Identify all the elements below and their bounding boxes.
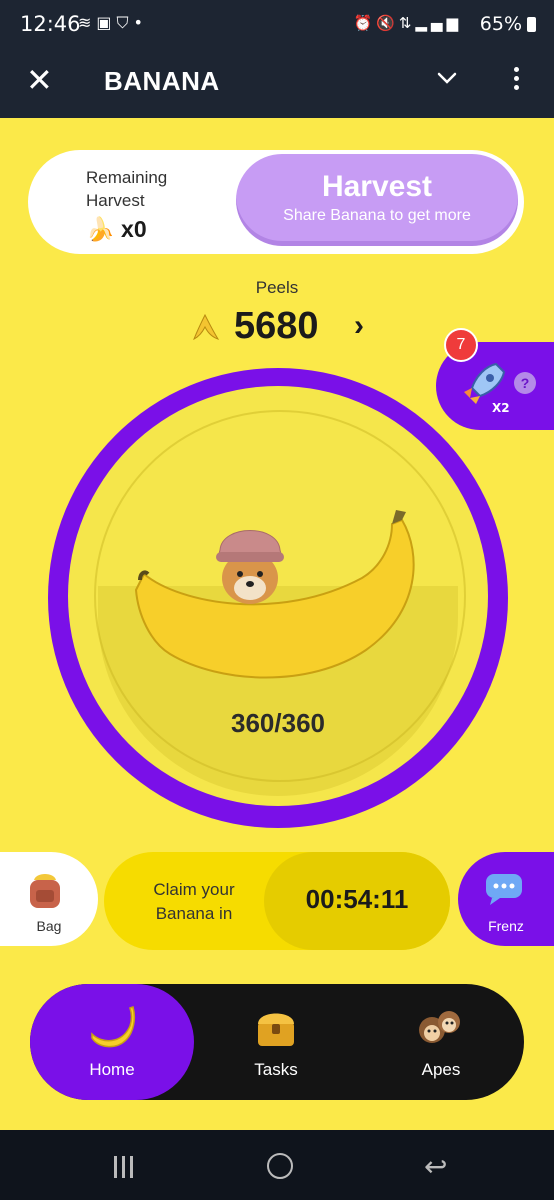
close-icon[interactable]: ✕ (26, 64, 53, 96)
status-left-icons: ≋▣⛉• (78, 13, 148, 33)
harvest-card: Remaining Harvest 🍌 x0 Harvest Share Ban… (28, 150, 524, 254)
home-icon[interactable] (267, 1153, 293, 1179)
boost-button[interactable]: 7 X2 ? (436, 328, 554, 430)
harvest-button[interactable]: Harvest Share Banana to get more (236, 154, 518, 246)
status-time: 12:46 (20, 12, 81, 36)
battery-percentage: 65% (479, 13, 522, 35)
energy-counter: 360/360 (231, 708, 325, 738)
chevron-right-icon: › (354, 309, 364, 342)
remaining-harvest-label: Remaining Harvest (86, 168, 168, 210)
chevron-down-icon[interactable] (437, 68, 457, 88)
banana-icon: 🍌 (86, 216, 115, 242)
system-navigation-bar: ↩ (0, 1130, 554, 1200)
tap-button[interactable]: 360/360 (68, 386, 488, 806)
app-icon: ▣ (96, 13, 117, 32)
frenz-label: Frenz (488, 918, 524, 934)
app-title: BANANA (104, 66, 220, 96)
boost-count-badge: 7 (444, 328, 478, 362)
nav-apes-label: Apes (421, 1060, 461, 1079)
nav-apes[interactable]: Apes (358, 984, 524, 1100)
alarm-icon: ⏰ (353, 14, 377, 32)
banana-icon (91, 1006, 136, 1048)
help-icon[interactable]: ? (514, 372, 536, 394)
more-vertical-icon[interactable] (514, 67, 520, 94)
status-bar: 12:46 ≋▣⛉• ⏰🔇⇅▂▄▆ 65% (0, 0, 554, 52)
dot-icon: • (133, 13, 148, 32)
rocket-icon: X2 (464, 362, 510, 415)
shield-icon: ⛉ (116, 13, 134, 32)
signal-icon: ▂▄▆ (415, 14, 462, 32)
status-right-icons: ⏰🔇⇅▂▄▆ (353, 14, 462, 32)
nav-tasks-label: Tasks (254, 1060, 298, 1079)
monkeys-icon (419, 1011, 460, 1043)
chat-bubble-icon (486, 874, 522, 905)
bottom-nav: Home Tasks Apes (30, 984, 524, 1100)
bag-button[interactable]: Bag (0, 852, 98, 946)
nav-home-label: Home (89, 1060, 135, 1079)
battery-icon (527, 17, 536, 32)
mute-icon: 🔇 (376, 14, 399, 32)
peels-value: 5680 (234, 305, 319, 347)
backpack-icon (30, 874, 60, 908)
banana-peel-icon (193, 313, 220, 341)
tap-ring: 360/360 (48, 368, 508, 828)
boost-multiplier: X2 (492, 401, 510, 415)
nav-home[interactable]: Home (30, 984, 194, 1100)
harvest-button-subtitle: Share Banana to get more (283, 207, 471, 224)
app-bar: ✕ BANANA (0, 52, 554, 118)
bag-label: Bag (36, 918, 62, 934)
claim-panel: Claim your Banana in 00:54:11 (104, 852, 450, 950)
recent-apps-icon[interactable] (114, 1156, 138, 1178)
nav-tasks[interactable]: Tasks (194, 984, 358, 1100)
peels-label: Peels (255, 278, 299, 297)
back-icon[interactable]: ↩ (424, 1150, 447, 1183)
notification-icon: ≋ (78, 13, 97, 32)
remaining-harvest-count: 🍌 x0 (86, 216, 147, 242)
claim-text: Claim your Banana in (153, 880, 235, 923)
harvest-button-title: Harvest (321, 170, 433, 203)
frenz-button[interactable]: Frenz (458, 852, 554, 946)
claim-timer-pill[interactable]: 00:54:11 (264, 852, 450, 950)
treasure-chest-icon (258, 1013, 294, 1046)
claim-timer: 00:54:11 (305, 884, 409, 914)
banana-dog-image (134, 510, 415, 679)
4g-icon: ⇅ (398, 14, 416, 32)
